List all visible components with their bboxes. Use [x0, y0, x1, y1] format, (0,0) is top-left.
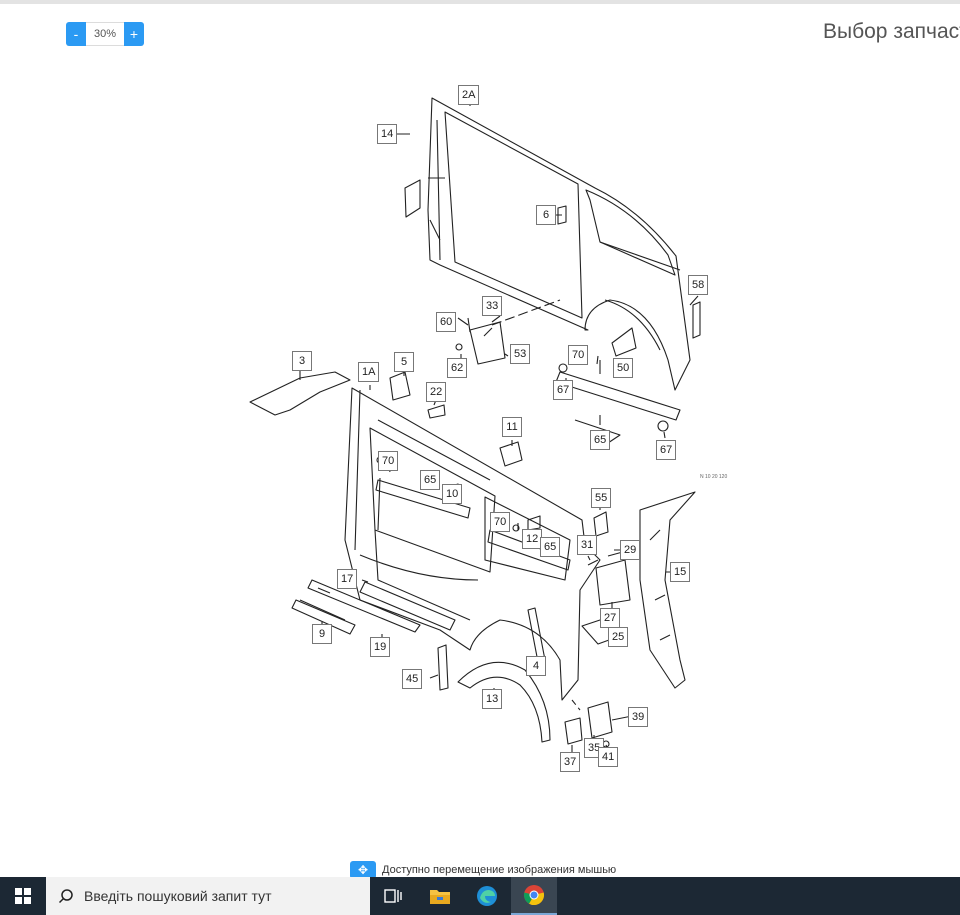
- callout-29[interactable]: 29: [620, 540, 641, 560]
- callout-67[interactable]: 67: [553, 380, 574, 400]
- callout-4[interactable]: 4: [526, 656, 546, 676]
- edge-icon[interactable]: [464, 877, 510, 915]
- callout-70[interactable]: 70: [568, 345, 589, 365]
- windows-start-icon[interactable]: [0, 877, 46, 915]
- callout-27[interactable]: 27: [600, 608, 621, 628]
- page-title: Выбор запчаст: [823, 20, 960, 43]
- task-view-icon[interactable]: [370, 877, 416, 915]
- callout-45[interactable]: 45: [402, 669, 423, 689]
- callout-25[interactable]: 25: [608, 627, 629, 647]
- zoom-out-button[interactable]: -: [66, 22, 86, 46]
- callout-9[interactable]: 9: [312, 624, 332, 644]
- callout-65b[interactable]: 65: [420, 470, 441, 490]
- callout-11[interactable]: 11: [502, 417, 522, 437]
- file-explorer-icon[interactable]: [417, 877, 463, 915]
- taskbar-search-box[interactable]: Введіть пошуковий запит тут: [46, 877, 370, 915]
- callout-41[interactable]: 41: [598, 747, 619, 767]
- callout-19[interactable]: 19: [370, 637, 391, 657]
- chrome-icon[interactable]: [511, 877, 557, 915]
- callout-65c[interactable]: 65: [540, 537, 561, 557]
- callout-1a[interactable]: 1A: [358, 362, 380, 382]
- callout-70b[interactable]: 70: [378, 451, 399, 471]
- top-strip: [0, 0, 960, 4]
- callout-55[interactable]: 55: [591, 488, 612, 508]
- callout-31[interactable]: 31: [577, 535, 598, 555]
- callout-33[interactable]: 33: [482, 296, 503, 316]
- callout-37[interactable]: 37: [560, 752, 581, 772]
- stamp-label: N 10 20 120: [700, 474, 727, 480]
- zoom-level-field[interactable]: 30%: [86, 22, 124, 46]
- zoom-in-button[interactable]: +: [124, 22, 144, 46]
- search-placeholder: Введіть пошуковий запит тут: [84, 888, 272, 904]
- callout-22[interactable]: 22: [426, 382, 447, 402]
- callout-67b[interactable]: 67: [656, 440, 677, 460]
- drag-hint-text: Доступно перемещение изображения мышью: [382, 864, 617, 876]
- parts-diagram-drawing: N 10 20 120: [249, 97, 727, 755]
- callout-17[interactable]: 17: [337, 569, 358, 589]
- callout-50[interactable]: 50: [613, 358, 634, 378]
- callout-3[interactable]: 3: [292, 351, 312, 371]
- callout-60[interactable]: 60: [436, 312, 457, 332]
- callout-62[interactable]: 62: [447, 358, 468, 378]
- callout-65[interactable]: 65: [590, 430, 611, 450]
- callout-15[interactable]: 15: [670, 562, 691, 582]
- callout-2a[interactable]: 2A: [458, 85, 480, 105]
- callout-13[interactable]: 13: [482, 689, 503, 709]
- callout-5[interactable]: 5: [394, 352, 414, 372]
- zoom-control: - 30% +: [66, 22, 144, 46]
- callout-10[interactable]: 10: [442, 484, 463, 504]
- callout-14[interactable]: 14: [377, 124, 398, 144]
- windows-taskbar: Введіть пошуковий запит тут: [0, 877, 960, 915]
- callout-70c[interactable]: 70: [490, 512, 511, 532]
- callout-53[interactable]: 53: [510, 344, 531, 364]
- parts-diagram[interactable]: N 10 20 120 2A 14 6 58 33 60 62 53 70 50…: [0, 60, 960, 850]
- callout-6[interactable]: 6: [536, 205, 556, 225]
- callout-39[interactable]: 39: [628, 707, 649, 727]
- search-icon: [58, 889, 73, 904]
- callout-58[interactable]: 58: [688, 275, 709, 295]
